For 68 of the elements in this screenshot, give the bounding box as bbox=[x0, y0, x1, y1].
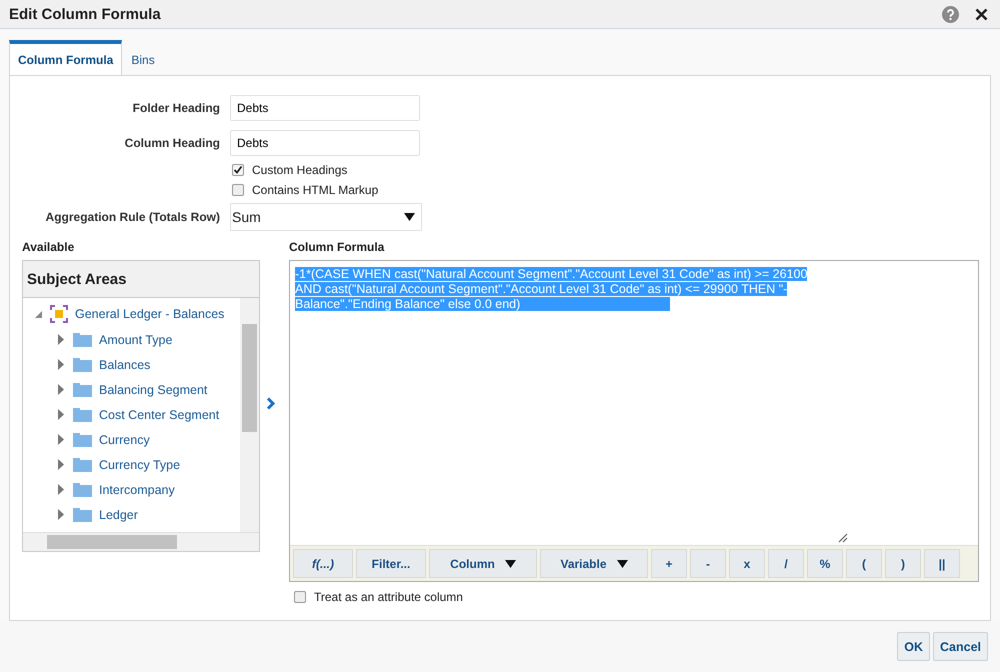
vertical-scrollbar[interactable] bbox=[240, 298, 259, 532]
checkbox[interactable] bbox=[232, 184, 244, 196]
tree-item[interactable]: Ledger bbox=[23, 502, 240, 527]
tree-item[interactable]: Balancing Segment bbox=[23, 377, 240, 402]
tree-item[interactable]: Currency Type bbox=[23, 452, 240, 477]
help-icon[interactable] bbox=[942, 6, 959, 22]
folder-icon bbox=[73, 358, 92, 372]
toolbar-button[interactable]: - bbox=[690, 549, 726, 578]
window-title: Edit Column Formula bbox=[9, 6, 161, 22]
toolbar-button[interactable]: f(...) bbox=[293, 549, 353, 578]
toolbar-button[interactable]: ( bbox=[846, 549, 882, 578]
toolbar-button[interactable]: + bbox=[651, 549, 687, 578]
caret-icon bbox=[616, 560, 628, 568]
checkbox-label: Treat as an attribute column bbox=[314, 590, 463, 604]
field-label: Column Heading bbox=[124, 136, 221, 150]
folder-icon bbox=[73, 332, 92, 346]
expanded-triangle-icon[interactable] bbox=[34, 310, 43, 318]
folder-icon bbox=[73, 432, 92, 446]
toolbar-button[interactable]: Variable bbox=[540, 549, 648, 578]
checkbox[interactable] bbox=[232, 164, 244, 176]
resize-grip-icon[interactable] bbox=[838, 533, 848, 543]
section-label: Available bbox=[22, 240, 76, 256]
collapsed-triangle-icon[interactable] bbox=[57, 434, 66, 445]
input-field[interactable]: Debts bbox=[230, 130, 420, 156]
collapsed-triangle-icon[interactable] bbox=[57, 484, 66, 495]
folder-icon bbox=[73, 408, 92, 422]
collapsed-triangle-icon[interactable] bbox=[57, 359, 66, 370]
folder-icon bbox=[73, 482, 92, 496]
checkbox[interactable] bbox=[294, 591, 306, 603]
tree-item[interactable]: Amount Type bbox=[23, 327, 240, 352]
caret-icon bbox=[504, 560, 516, 568]
tree-item[interactable]: Intercompany bbox=[23, 477, 240, 502]
toolbar-button[interactable]: x bbox=[729, 549, 765, 578]
toolbar-button[interactable]: Column bbox=[429, 549, 537, 578]
dialog-button[interactable]: OK bbox=[897, 632, 930, 661]
caret-icon bbox=[404, 213, 415, 221]
toolbar-button[interactable]: ) bbox=[885, 549, 921, 578]
tab[interactable]: Bins bbox=[122, 40, 164, 75]
collapsed-triangle-icon[interactable] bbox=[57, 384, 66, 395]
horizontal-scrollbar[interactable] bbox=[23, 532, 259, 551]
tree-item[interactable]: General Ledger - Balances bbox=[23, 301, 240, 327]
tree-item[interactable]: Cost Center Segment bbox=[23, 402, 240, 427]
chevron-right-icon[interactable] bbox=[266, 397, 276, 410]
tab[interactable]: Column Formula bbox=[9, 40, 122, 75]
panel-title: Subject Areas bbox=[27, 270, 126, 288]
collapsed-triangle-icon[interactable] bbox=[57, 509, 66, 520]
field-label: Aggregation Rule (Totals Row) bbox=[44, 210, 221, 224]
folder-icon bbox=[73, 458, 92, 472]
folder-icon bbox=[73, 508, 92, 522]
toolbar-button[interactable]: Filter... bbox=[356, 549, 426, 578]
toolbar-button[interactable]: / bbox=[768, 549, 804, 578]
checkbox-label: Contains HTML Markup bbox=[252, 183, 378, 197]
checkbox-label: Custom Headings bbox=[252, 163, 348, 177]
close-icon[interactable] bbox=[975, 8, 988, 20]
dialog-button[interactable]: Cancel bbox=[933, 632, 988, 661]
dropdown[interactable]: Sum bbox=[230, 203, 422, 231]
folder-icon bbox=[73, 382, 92, 396]
collapsed-triangle-icon[interactable] bbox=[57, 409, 66, 420]
toolbar-button[interactable]: || bbox=[924, 549, 960, 578]
toolbar-button[interactable]: % bbox=[807, 549, 843, 578]
tree-item[interactable]: Balances bbox=[23, 352, 240, 377]
subject-area-icon bbox=[50, 305, 68, 323]
collapsed-triangle-icon[interactable] bbox=[57, 334, 66, 345]
input-field[interactable]: Debts bbox=[230, 94, 420, 120]
tree-item[interactable]: Currency bbox=[23, 427, 240, 452]
section-label: Column Formula bbox=[289, 240, 386, 256]
collapsed-triangle-icon[interactable] bbox=[57, 459, 66, 470]
field-label: Folder Heading bbox=[132, 100, 221, 114]
